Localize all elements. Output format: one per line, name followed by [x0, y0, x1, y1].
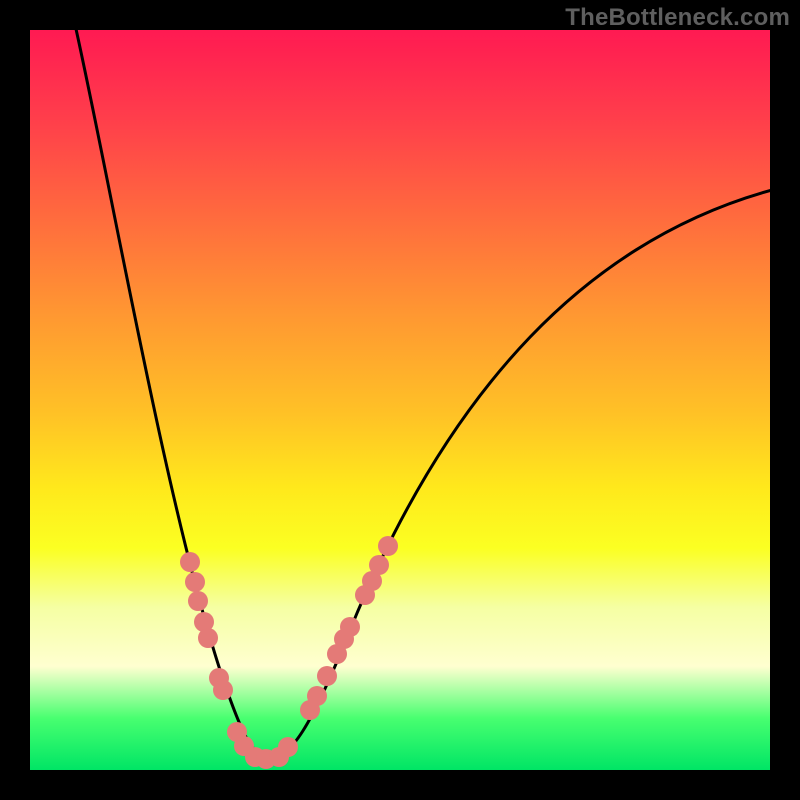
curve-layer	[30, 30, 770, 770]
curve-marker	[340, 617, 360, 637]
curve-svg	[30, 30, 770, 770]
curve-marker	[180, 552, 200, 572]
curve-marker	[185, 572, 205, 592]
curve-marker	[198, 628, 218, 648]
watermark-text: TheBottleneck.com	[565, 4, 790, 32]
curve-marker	[278, 737, 298, 757]
curve-marker	[307, 686, 327, 706]
curve-marker	[317, 666, 337, 686]
bottleneck-curve	[74, 30, 770, 758]
curve-marker	[369, 555, 389, 575]
curve-marker	[378, 536, 398, 556]
curve-marker	[213, 680, 233, 700]
curve-marker	[188, 591, 208, 611]
plot-area	[30, 30, 770, 770]
